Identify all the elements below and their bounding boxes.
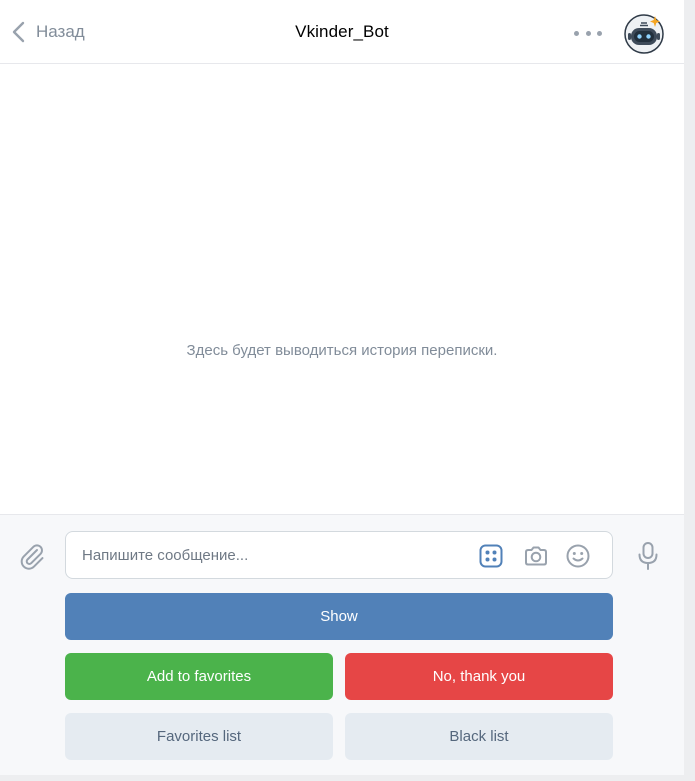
message-history: Здесь будет выводиться история переписки… [0, 64, 684, 514]
composer: Show Add to favorites No, thank you Favo… [0, 514, 684, 775]
chat-window: Назад Vkinder_Bot Здесь будет выводиться… [0, 0, 684, 775]
more-icon[interactable] [574, 24, 602, 42]
empty-history-text: Здесь будет выводиться история переписки… [186, 342, 498, 359]
bot-keyboard-icon[interactable] [478, 543, 504, 569]
message-input-box [65, 531, 613, 579]
chat-header: Назад Vkinder_Bot [0, 0, 684, 64]
camera-icon[interactable] [523, 543, 549, 569]
microphone-icon[interactable] [636, 541, 660, 571]
bot-avatar-icon[interactable] [624, 14, 664, 54]
black-list-button[interactable]: Black list [345, 713, 613, 760]
message-input[interactable] [82, 532, 462, 578]
smile-icon[interactable] [565, 543, 591, 569]
show-button[interactable]: Show [65, 593, 613, 640]
paperclip-icon[interactable] [16, 541, 46, 571]
favorites-list-button[interactable]: Favorites list [65, 713, 333, 760]
no-thank-you-button[interactable]: No, thank you [345, 653, 613, 700]
add-to-favorites-button[interactable]: Add to favorites [65, 653, 333, 700]
